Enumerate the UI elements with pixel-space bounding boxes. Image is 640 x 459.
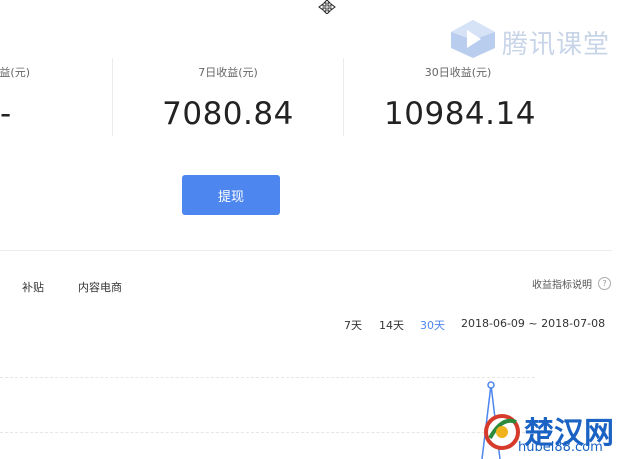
range-7d[interactable]: 7天 xyxy=(344,317,362,333)
stat-divider xyxy=(112,58,113,136)
date-range[interactable]: 2018-06-09 ~ 2018-07-08 xyxy=(461,317,605,330)
move-cursor-icon xyxy=(318,0,336,14)
stat-label-30d: 30日收益(元) xyxy=(424,66,492,79)
chart-gridline xyxy=(0,377,535,378)
metrics-help-link[interactable]: 收益指标说明 xyxy=(532,276,592,291)
tab-subsidy[interactable]: 补贴 xyxy=(22,279,44,295)
tab-content-ecommerce[interactable]: 内容电商 xyxy=(78,279,122,295)
withdraw-button[interactable]: 提现 xyxy=(182,175,280,215)
range-14d[interactable]: 14天 xyxy=(379,317,404,333)
question-circle-icon[interactable]: ? xyxy=(598,277,611,290)
stat-value-today: - xyxy=(0,96,12,132)
section-divider xyxy=(0,250,612,251)
play-cube-icon xyxy=(451,20,495,58)
chart-gridline xyxy=(0,432,535,433)
stat-value-30d: 10984.14 xyxy=(384,96,536,132)
logo-text: 腾讯课堂 xyxy=(502,30,611,60)
stat-label-7d: 7日收益(元) xyxy=(198,66,258,79)
watermark-logo-icon xyxy=(484,414,520,450)
range-30d[interactable]: 30天 xyxy=(420,317,445,333)
watermark-url: hubei88.com xyxy=(518,440,603,455)
stat-label-today: 益(元) xyxy=(0,66,30,79)
stat-value-7d: 7080.84 xyxy=(162,96,294,132)
stat-divider xyxy=(343,58,344,136)
